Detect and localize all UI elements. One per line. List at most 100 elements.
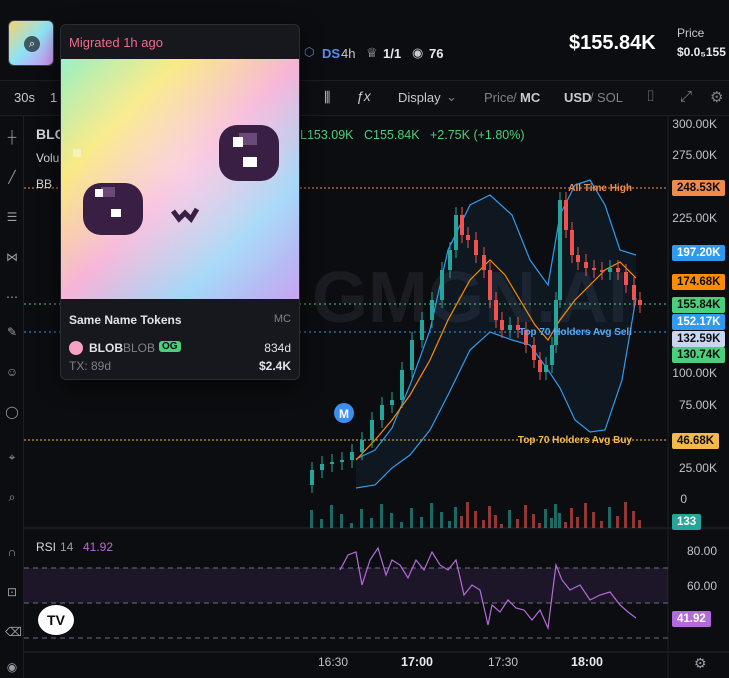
volume-bar bbox=[310, 510, 313, 528]
toggle-usd[interactable]: USD bbox=[564, 90, 591, 105]
measure-icon[interactable]: ⌖ bbox=[5, 450, 19, 464]
holders-buy-label: Top 70 Holders Avg Buy bbox=[518, 435, 633, 446]
candle-body bbox=[466, 235, 470, 240]
trend-line-icon[interactable]: ╱ bbox=[5, 170, 19, 184]
volume-bar bbox=[532, 514, 535, 528]
toggle-mc[interactable]: MC bbox=[520, 90, 540, 105]
rsi-value-tag: 41.92 bbox=[672, 611, 711, 627]
camera-icon[interactable]: ⌷ bbox=[646, 88, 655, 105]
magnet-icon[interactable]: ∩ bbox=[5, 545, 19, 559]
candle-body bbox=[584, 262, 588, 268]
candle-body bbox=[420, 320, 424, 340]
candle-body bbox=[320, 464, 324, 470]
tradingview-logo[interactable]: TV bbox=[38, 605, 74, 635]
holders-sell-label: Top 70 Holders Avg Sell bbox=[519, 327, 632, 338]
fib-icon[interactable]: ☰ bbox=[5, 210, 19, 224]
volume-bar bbox=[544, 509, 547, 528]
dex-icon: ⬡ bbox=[304, 45, 315, 59]
holders-buy-tag: 46.68K bbox=[672, 433, 720, 449]
toggle-price[interactable]: Price bbox=[484, 90, 514, 105]
candle-body bbox=[380, 405, 384, 420]
view-count: 76 bbox=[429, 46, 444, 61]
candle-body bbox=[488, 270, 492, 300]
rsi-tick: 80.00 bbox=[686, 544, 717, 558]
volume-bar bbox=[400, 522, 403, 528]
popup-title: Migrated 1h ago bbox=[69, 35, 163, 50]
trash-icon[interactable]: ⌫ bbox=[5, 625, 22, 639]
candle-body bbox=[544, 365, 548, 372]
volume-bar bbox=[584, 503, 587, 528]
same-token-tx: TX: 89d bbox=[69, 359, 112, 373]
interval-30s[interactable]: 30s bbox=[14, 90, 35, 105]
toggle-sep: / bbox=[513, 90, 517, 105]
candle-body bbox=[558, 200, 562, 300]
indicators-icon[interactable]: ƒx bbox=[356, 88, 371, 104]
candle-body bbox=[532, 345, 536, 360]
display-dropdown[interactable]: Display bbox=[398, 90, 441, 105]
toggle-sep-2: / bbox=[590, 90, 594, 105]
legend-change: +2.75K (+1.80%) bbox=[430, 128, 525, 142]
ruler-icon[interactable]: ◯ bbox=[5, 405, 19, 419]
volume-bar bbox=[550, 518, 553, 528]
rsi-label: RSI bbox=[36, 540, 56, 554]
projection-icon[interactable]: ⋯ bbox=[5, 290, 19, 304]
pattern-icon[interactable]: ⋈ bbox=[5, 250, 19, 264]
interval-1[interactable]: 1 bbox=[50, 90, 57, 105]
holders-ratio: 1/1 bbox=[383, 46, 402, 61]
volume-bar bbox=[420, 517, 423, 528]
chart-settings-icon[interactable]: ⚙ bbox=[694, 655, 707, 672]
candle-body bbox=[400, 370, 404, 400]
eye-toggle-icon[interactable]: ◉ bbox=[5, 660, 19, 674]
rsi-value-legend: 41.92 bbox=[83, 540, 113, 554]
volume-tag: 133 bbox=[672, 514, 702, 530]
volume-bar bbox=[624, 502, 627, 528]
eye-icon: ◉ bbox=[412, 45, 424, 60]
volume-bar bbox=[350, 523, 353, 528]
brush-icon[interactable]: ✎ bbox=[5, 325, 19, 339]
volume-bar bbox=[558, 513, 561, 528]
price-tick: 0 bbox=[680, 492, 687, 506]
candle-body bbox=[632, 285, 636, 300]
candle-body bbox=[500, 320, 504, 330]
lock-icon[interactable]: ⊡ bbox=[5, 585, 19, 599]
candle-body bbox=[430, 300, 434, 320]
candle-body bbox=[616, 268, 620, 272]
volume-bar bbox=[516, 519, 519, 528]
volume-bar bbox=[460, 516, 463, 528]
volume-bar bbox=[454, 507, 457, 528]
price-tick: 300.00K bbox=[672, 117, 717, 131]
candle-body bbox=[550, 345, 554, 365]
candle-type-icon[interactable]: ⫼ bbox=[324, 89, 330, 106]
holders-sell-tag: 132.59K bbox=[672, 331, 726, 347]
same-token-name[interactable]: BLOB bbox=[89, 341, 123, 355]
same-token-age: 834d bbox=[264, 341, 291, 355]
volume-bar bbox=[488, 506, 491, 528]
candle-body bbox=[608, 268, 612, 272]
ath-price-tag: 248.53K bbox=[672, 180, 726, 196]
settings-gear-icon[interactable]: ⚙ bbox=[710, 88, 723, 106]
legend-volume: Volu bbox=[36, 151, 59, 165]
price-tick: 75.00K bbox=[678, 398, 717, 412]
candle-body bbox=[440, 270, 444, 300]
same-name-heading: Same Name Tokens bbox=[69, 313, 182, 327]
ma-tag: 174.68K bbox=[672, 274, 726, 290]
volume-bar bbox=[564, 522, 567, 528]
zoom-icon[interactable]: ⌕ bbox=[5, 490, 19, 504]
emoji-icon[interactable]: ☺ bbox=[5, 365, 19, 379]
interval-label: 4h bbox=[341, 46, 356, 61]
search-icon[interactable]: ⌕ bbox=[24, 36, 40, 52]
volume-bar bbox=[474, 511, 477, 528]
volume-bar bbox=[570, 508, 573, 528]
crosshair-icon[interactable]: ┼ bbox=[5, 130, 19, 144]
price-tick: 275.00K bbox=[672, 148, 717, 162]
volume-bar bbox=[600, 521, 603, 528]
fullscreen-icon[interactable]: ⤢ bbox=[680, 88, 692, 105]
toggle-sol[interactable]: SOL bbox=[597, 90, 623, 105]
candle-body bbox=[638, 300, 642, 305]
candle-body bbox=[564, 200, 568, 230]
bb-lower-tag: 130.74K bbox=[672, 347, 726, 363]
chevron-down-icon[interactable]: ⌄ bbox=[446, 89, 457, 105]
volume-bar bbox=[466, 502, 469, 528]
candle-body bbox=[370, 420, 374, 440]
volume-bar bbox=[638, 520, 641, 528]
